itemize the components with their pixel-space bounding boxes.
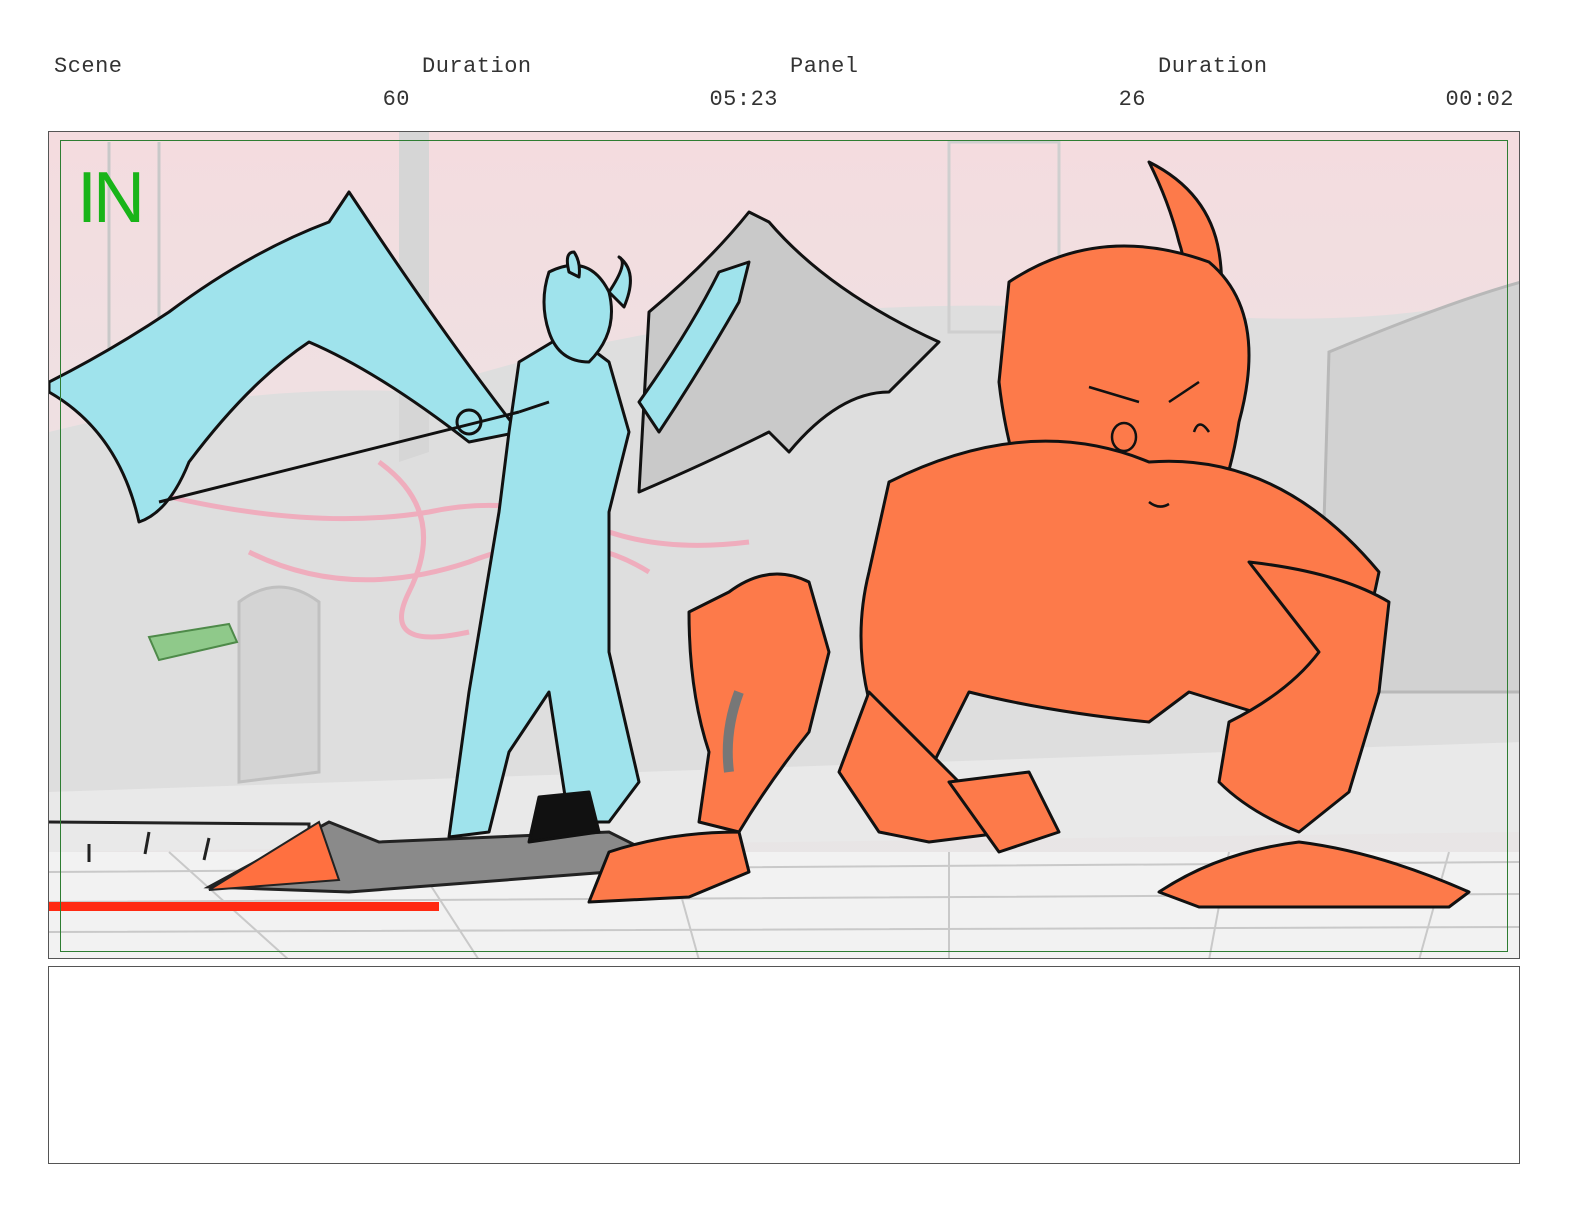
panel-label: Panel: [790, 54, 859, 79]
transition-marker: IN: [77, 158, 145, 238]
scene-label: Scene: [54, 54, 123, 79]
scene-number: 60: [382, 87, 410, 112]
scene-duration-label: Duration: [422, 54, 532, 79]
notes-box[interactable]: [48, 966, 1520, 1164]
scene-duration-value: 05:23: [709, 87, 778, 112]
panel-duration-value: 00:02: [1445, 87, 1514, 112]
storyboard-panel[interactable]: IN: [48, 131, 1520, 959]
panel-artwork: [49, 132, 1519, 958]
panel-number: 26: [1118, 87, 1146, 112]
panel-duration-label: Duration: [1158, 54, 1268, 79]
notes-text: [49, 967, 1519, 983]
red-streak: [49, 902, 439, 911]
